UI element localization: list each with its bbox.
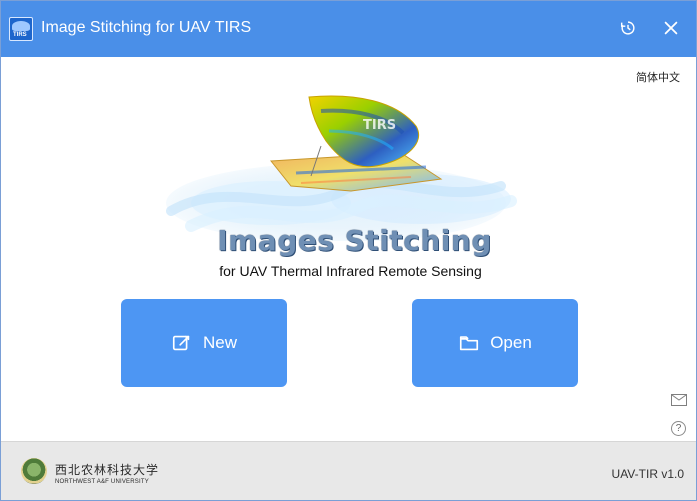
window-title: Image Stitching for UAV TIRS <box>41 19 252 36</box>
university-name-cn: 西北农林科技大学 <box>55 463 160 477</box>
version-label: UAV-TIR v1.0 <box>611 467 684 481</box>
hero-illustration: TIRS <box>166 95 517 241</box>
university-logo-text: 西北农林科技大学 NORTHWEST A&F UNIVERSITY <box>55 461 159 485</box>
language-toggle[interactable]: 简体中文 <box>636 69 680 85</box>
mail-icon-graphic <box>671 394 687 406</box>
app-icon: TIRS <box>9 17 33 41</box>
logo-title: Images Stitching <box>217 224 492 257</box>
folder-icon <box>460 336 479 351</box>
edit-icon <box>172 335 190 351</box>
open-button[interactable]: Open <box>412 299 578 387</box>
history-icon-graphic <box>620 21 635 35</box>
main-window: TIRS Image Stitching for UAV TIRS 简体中文 T… <box>0 0 697 501</box>
close-icon <box>664 21 678 35</box>
logo-subtitle: for UAV Thermal Infrared Remote Sensing <box>219 263 482 279</box>
university-name-en: NORTHWEST A&F UNIVERSITY <box>55 479 149 485</box>
main-content: 简体中文 TIRS Images Stitching for UAV Therm… <box>1 57 696 441</box>
title-bar: TIRS Image Stitching for UAV TIRS <box>1 1 696 57</box>
new-button[interactable]: New <box>121 299 287 387</box>
boat: TIRS <box>270 95 443 192</box>
mail-icon[interactable] <box>671 393 687 406</box>
new-button-label: New <box>202 333 237 352</box>
close-button[interactable] <box>661 19 681 39</box>
app-icon-text: TIRS <box>13 32 27 38</box>
footer-bar: 西北农林科技大学 NORTHWEST A&F UNIVERSITY UAV-TI… <box>1 441 696 500</box>
sail-text: TIRS <box>363 118 396 133</box>
university-seal-icon <box>21 458 47 484</box>
help-icon[interactable]: ? <box>671 421 686 436</box>
open-button-label: Open <box>490 333 532 352</box>
app-icon-sky <box>12 21 30 31</box>
history-icon[interactable] <box>618 19 638 39</box>
